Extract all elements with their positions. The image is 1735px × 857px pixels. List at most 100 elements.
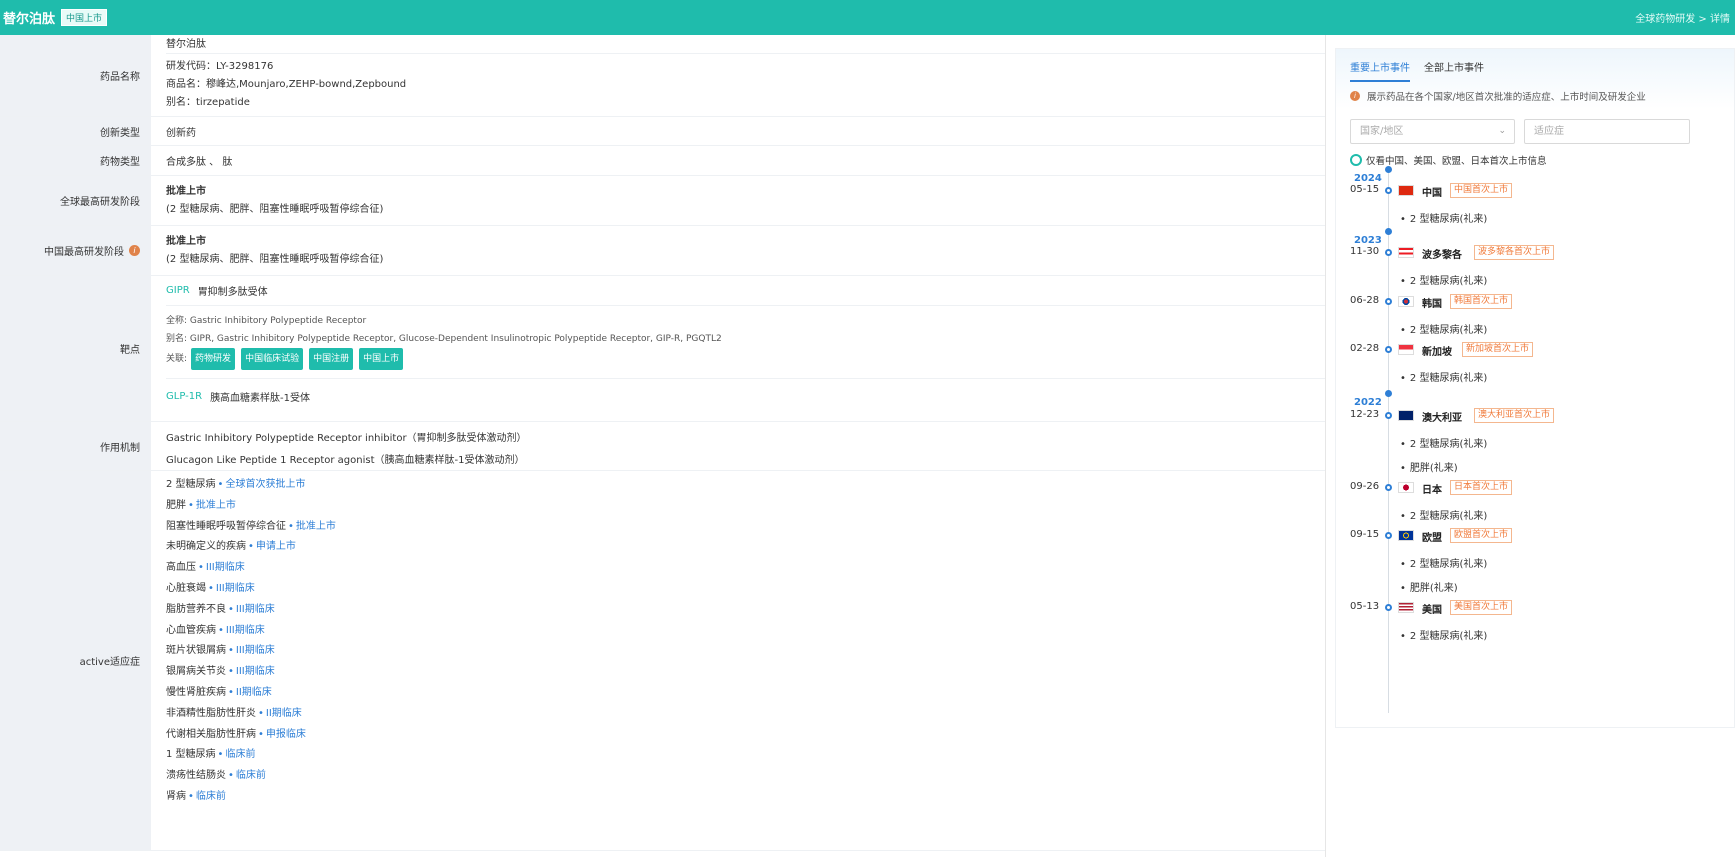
- event-dot-icon: [1385, 187, 1392, 194]
- indication-name: 斑片状银屑病: [166, 645, 226, 657]
- drug-code: 研发代码：LY-3298176: [166, 61, 274, 72]
- drug-detail-table: 药品名称 替尔泊肽 研发代码：LY-3298176 商品名：穆峰达,Mounja…: [0, 35, 1326, 857]
- event-country[interactable]: 中国: [1422, 184, 1442, 199]
- chip-china-launch[interactable]: 中国上市: [359, 348, 404, 370]
- bullet-dot-icon: •: [1400, 559, 1406, 570]
- breadcrumb[interactable]: 全球药物研发 > 详情: [1635, 10, 1730, 25]
- event-dot-icon: [1385, 298, 1392, 305]
- china-stage: 批准上市: [166, 236, 206, 247]
- bullet-dot-icon: •: [188, 790, 194, 802]
- indication-name: 溃疡性结肠炎: [166, 770, 226, 782]
- event-date: 09-26: [1350, 481, 1380, 492]
- flag-cn-icon: [1398, 185, 1414, 196]
- event-date: 09-15: [1350, 529, 1380, 540]
- tab-all-launch-events[interactable]: 全部上市事件: [1424, 59, 1484, 82]
- event-tag: 新加坡首次上市: [1462, 342, 1534, 357]
- event-country[interactable]: 新加坡: [1422, 343, 1452, 358]
- bullet-dot-icon: •: [258, 707, 264, 719]
- flag-us-icon: [1398, 602, 1414, 613]
- event-country[interactable]: 日本: [1422, 481, 1442, 496]
- indication-name: 1 型糖尿病: [166, 749, 216, 761]
- bullet-dot-icon: •: [248, 541, 254, 553]
- major-markets-toggle[interactable]: 仅看中国、美国、欧盟、日本首次上市信息: [1350, 153, 1547, 167]
- flag-kr-icon: [1398, 296, 1414, 307]
- drug-type-value: 合成多肽 、 肽: [166, 157, 233, 168]
- indication-name: 非酒精性脂肪性肝炎: [166, 707, 256, 719]
- indication-stage-link[interactable]: 临床前: [196, 787, 226, 808]
- bullet-dot-icon: •: [1400, 325, 1406, 336]
- event-indication: • 2 型糖尿病(礼来): [1400, 210, 1487, 225]
- indication-stage-link[interactable]: 临床前: [236, 766, 266, 787]
- chip-china-trials[interactable]: 中国临床试验: [241, 348, 304, 370]
- indication-stage-link[interactable]: 临床前: [225, 745, 255, 766]
- target-gipr-code[interactable]: GIPR: [166, 285, 190, 296]
- indication-stage-link[interactable]: III期临床: [236, 662, 275, 683]
- indication-stage-link[interactable]: 全球首次获批上市: [225, 475, 305, 496]
- event-country[interactable]: 美国: [1422, 601, 1442, 616]
- event-date: 11-30: [1350, 246, 1380, 257]
- target-gipr-relations: 关联: 药物研发 中国临床试验 中国注册 中国上市: [166, 348, 1325, 370]
- event-country[interactable]: 澳大利亚: [1422, 409, 1462, 424]
- country-select[interactable]: 国家/地区 ⌄: [1350, 119, 1515, 144]
- indication-item: 溃疡性结肠炎 • 临床前: [166, 766, 1325, 787]
- info-icon[interactable]: i: [129, 245, 140, 256]
- indication-stage-link[interactable]: III期临床: [206, 558, 245, 579]
- indication-stage-link[interactable]: II期临床: [236, 683, 272, 704]
- launch-hint: i 展示药品在各个国家/地区首次批准的适应症、上市时间及研发企业: [1350, 89, 1646, 103]
- indication-name: 心血管疾病: [166, 624, 216, 636]
- country-select-placeholder: 国家/地区: [1360, 126, 1404, 137]
- indication-name: 慢性肾脏疾病: [166, 686, 226, 698]
- event-indication: • 肥胖(礼来): [1400, 579, 1458, 594]
- label-china-stage: 中国最高研发阶段: [44, 247, 124, 258]
- year-dot-icon: [1385, 228, 1392, 235]
- chip-drug-rd[interactable]: 药物研发: [191, 348, 236, 370]
- indication-stage-link[interactable]: 批准上市: [296, 517, 336, 538]
- event-indication-text: 2 型糖尿病(礼来): [1409, 511, 1488, 522]
- event-indication: • 2 型糖尿病(礼来): [1400, 555, 1487, 570]
- indication-item: 非酒精性脂肪性肝炎 • II期临床: [166, 704, 1325, 725]
- event-country[interactable]: 欧盟: [1422, 529, 1442, 544]
- indication-stage-link[interactable]: 申报临床: [266, 725, 306, 746]
- event-date: 02-28: [1350, 343, 1380, 354]
- indication-input[interactable]: 适应症: [1524, 119, 1690, 144]
- event-indication: • 2 型糖尿病(礼来): [1400, 627, 1487, 642]
- target-glp1r-code[interactable]: GLP-1R: [166, 391, 202, 402]
- bullet-dot-icon: •: [228, 686, 234, 698]
- event-dot-icon: [1385, 532, 1392, 539]
- event-tag: 日本首次上市: [1450, 480, 1513, 495]
- event-country[interactable]: 韩国: [1422, 295, 1442, 310]
- row-innovation: 创新类型 创新药: [0, 117, 1325, 146]
- indication-name: 肾病: [166, 790, 186, 802]
- indication-stage-link[interactable]: III期临床: [236, 641, 275, 662]
- row-target: 靶点 GIPR 胃抑制多肽受体 全称: Gastric Inhibitory P…: [0, 276, 1325, 422]
- flag-sg-icon: [1398, 344, 1414, 355]
- indication-item: 脂肪营养不良 • III期临床: [166, 600, 1325, 621]
- indication-stage-link[interactable]: II期临床: [266, 704, 302, 725]
- event-country[interactable]: 波多黎各: [1422, 246, 1462, 261]
- indication-stage-link[interactable]: 申请上市: [256, 537, 296, 558]
- target-gipr-alias: 别名: GIPR, Gastric Inhibitory Polypeptide…: [166, 334, 722, 344]
- label-target: 靶点: [0, 276, 154, 421]
- event-dot-icon: [1385, 604, 1392, 611]
- launch-events-panel: 重要上市事件 全部上市事件 i 展示药品在各个国家/地区首次批准的适应症、上市时…: [1335, 48, 1735, 728]
- chip-china-registration[interactable]: 中国注册: [309, 348, 354, 370]
- event-indication: • 2 型糖尿病(礼来): [1400, 272, 1487, 287]
- indication-stage-link[interactable]: 批准上市: [196, 496, 236, 517]
- innovation-value: 创新药: [166, 127, 196, 139]
- moa-gipr: Gastric Inhibitory Polypeptide Receptor …: [166, 433, 527, 444]
- indication-stage-link[interactable]: III期临床: [226, 621, 265, 642]
- target-gipr-name: 胃抑制多肽受体: [197, 287, 268, 298]
- radio-circle-icon[interactable]: [1350, 154, 1362, 166]
- tab-key-launch-events[interactable]: 重要上市事件: [1350, 59, 1410, 82]
- indication-stage-link[interactable]: III期临床: [216, 579, 255, 600]
- status-badge: 中国上市: [61, 9, 108, 26]
- row-china-stage: 中国最高研发阶段 i 批准上市 (2 型糖尿病、肥胖、阻塞性睡眠呼吸暂停综合征): [0, 226, 1325, 276]
- timeline-year: 2022: [1354, 397, 1382, 408]
- header-bar: 替尔泊肽 中国上市 全球药物研发 > 详情: [0, 0, 1735, 35]
- event-indication: • 2 型糖尿病(礼来): [1400, 321, 1487, 336]
- drug-alias: 别名：tirzepatide: [166, 97, 250, 108]
- bullet-dot-icon: •: [228, 645, 234, 657]
- event-tag: 波多黎各首次上市: [1474, 245, 1555, 260]
- page-title: 替尔泊肽: [3, 12, 56, 27]
- indication-stage-link[interactable]: III期临床: [236, 600, 275, 621]
